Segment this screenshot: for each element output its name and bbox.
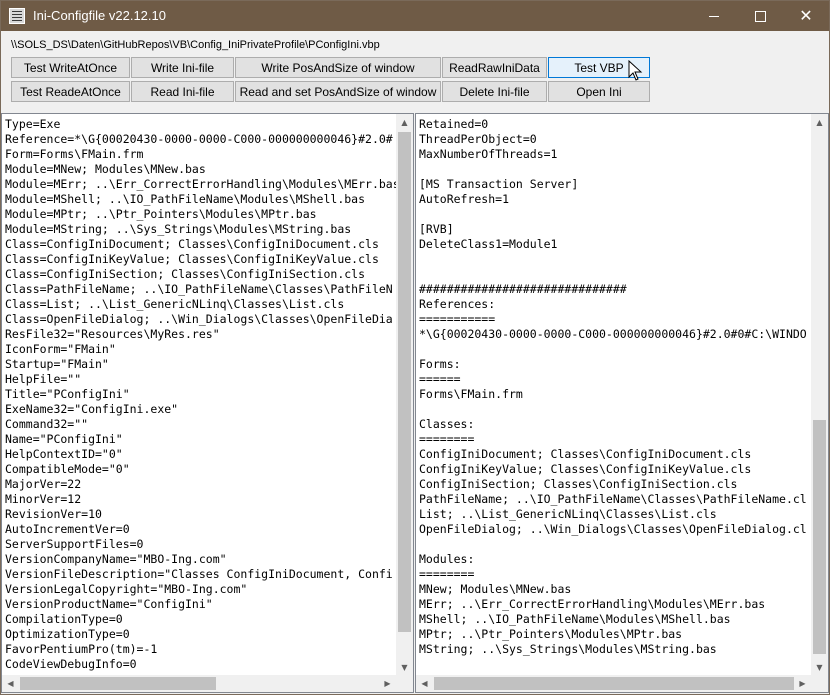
minimize-icon bbox=[709, 15, 719, 17]
scroll-corner bbox=[811, 675, 828, 692]
right-horizontal-scroll-thumb[interactable] bbox=[434, 677, 794, 690]
right-vertical-scroll-thumb[interactable] bbox=[813, 420, 826, 654]
vbp-path-label: \\SOLS_DS\Daten\GitHubRepos\VB\Config_In… bbox=[11, 39, 380, 51]
left-horizontal-scroll-thumb[interactable] bbox=[20, 677, 216, 690]
scroll-down-arrow-icon[interactable]: ▼ bbox=[396, 659, 413, 676]
vbp-parsed-textbox[interactable]: Retained=0 ThreadPerObject=0 MaxNumberOf… bbox=[415, 113, 829, 693]
scroll-right-arrow-icon[interactable]: ▶ bbox=[379, 675, 396, 692]
read-raw-ini-data-button[interactable]: ReadRawIniData bbox=[442, 57, 547, 78]
test-write-at-once-button[interactable]: Test WriteAtOnce bbox=[11, 57, 130, 78]
scroll-down-arrow-icon[interactable]: ▼ bbox=[811, 659, 828, 676]
scroll-up-arrow-icon[interactable]: ▲ bbox=[811, 114, 828, 131]
mouse-pointer-icon bbox=[628, 60, 643, 81]
scroll-right-arrow-icon[interactable]: ▶ bbox=[794, 675, 811, 692]
title-bar[interactable]: Ini-Configfile v22.12.10 ✕ bbox=[1, 1, 829, 31]
close-icon: ✕ bbox=[799, 6, 813, 25]
left-vertical-scrollbar[interactable]: ▲ ▼ bbox=[396, 114, 413, 676]
scroll-left-arrow-icon[interactable]: ◀ bbox=[416, 675, 433, 692]
read-and-set-pos-and-size-button[interactable]: Read and set PosAndSize of window bbox=[235, 81, 441, 102]
minimize-button[interactable] bbox=[691, 1, 737, 31]
vbp-parsed-text: Retained=0 ThreadPerObject=0 MaxNumberOf… bbox=[419, 117, 807, 656]
delete-ini-file-button[interactable]: Delete Ini-file bbox=[442, 81, 547, 102]
scroll-up-arrow-icon[interactable]: ▲ bbox=[396, 114, 413, 131]
test-read-at-once-button[interactable]: Test ReadeAtOnce bbox=[11, 81, 130, 102]
scroll-left-arrow-icon[interactable]: ◀ bbox=[2, 675, 19, 692]
left-vertical-scroll-thumb[interactable] bbox=[398, 132, 411, 632]
maximize-button[interactable] bbox=[737, 1, 783, 31]
write-pos-and-size-button[interactable]: Write PosAndSize of window bbox=[235, 57, 441, 78]
ini-file-icon bbox=[9, 8, 25, 24]
close-button[interactable]: ✕ bbox=[783, 1, 829, 31]
write-ini-file-button[interactable]: Write Ini-file bbox=[131, 57, 234, 78]
left-horizontal-scrollbar[interactable]: ◀ ▶ bbox=[2, 675, 396, 692]
vbp-raw-text: Type=Exe Reference=*\G{00020430-0000-000… bbox=[5, 117, 400, 671]
right-horizontal-scrollbar[interactable]: ◀ ▶ bbox=[416, 675, 811, 692]
window-title: Ini-Configfile v22.12.10 bbox=[33, 8, 166, 23]
read-ini-file-button[interactable]: Read Ini-file bbox=[131, 81, 234, 102]
maximize-icon bbox=[754, 10, 766, 22]
right-vertical-scrollbar[interactable]: ▲ ▼ bbox=[811, 114, 828, 676]
scroll-corner bbox=[396, 675, 413, 692]
vbp-raw-textbox[interactable]: Type=Exe Reference=*\G{00020430-0000-000… bbox=[1, 113, 414, 693]
open-ini-button[interactable]: Open Ini bbox=[548, 81, 650, 102]
main-window: Ini-Configfile v22.12.10 ✕ \\SOLS_DS\Dat… bbox=[0, 0, 830, 695]
